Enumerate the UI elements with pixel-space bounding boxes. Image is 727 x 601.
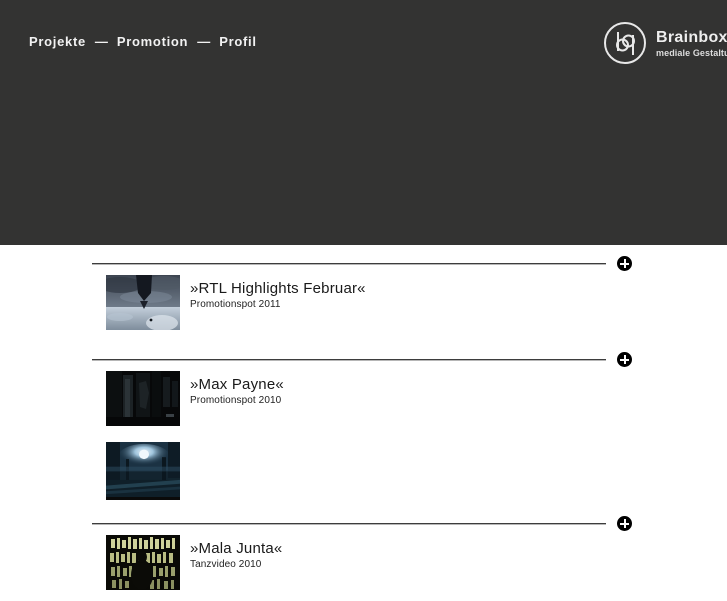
brand-tagline: mediale Gestaltung xyxy=(656,47,727,58)
nav-item-profil[interactable]: Profil xyxy=(219,34,256,49)
nav-separator: — xyxy=(94,34,108,49)
brand-text-block: Brainbox mediale Gestaltung xyxy=(656,29,727,59)
blue-night-thumbnail-image xyxy=(106,442,180,497)
project-subtitle: Promotionspot 2010 xyxy=(190,395,282,406)
brainbox-logo-icon xyxy=(604,22,646,64)
brand-name: Brainbox xyxy=(656,28,727,46)
project-list: »RTL Highlights Februar« Promotionspot 2… xyxy=(0,245,727,601)
project-thumbnail[interactable] xyxy=(106,371,180,426)
mala-junta-thumbnail-image xyxy=(106,535,180,590)
list-divider xyxy=(0,341,727,367)
project-title[interactable]: »Max Payne« xyxy=(190,375,284,394)
nav-item-projekte[interactable]: Projekte xyxy=(29,34,86,49)
project-title[interactable]: »Mala Junta« xyxy=(190,539,282,558)
main-navigation: Projekte — Promotion — Profil xyxy=(29,34,257,49)
list-divider xyxy=(0,245,727,271)
max-payne-thumbnail-image xyxy=(106,371,180,426)
project-thumbnail[interactable] xyxy=(106,535,180,590)
rtl-highlights-thumbnail-image xyxy=(106,275,180,330)
list-divider xyxy=(0,505,727,531)
nav-separator: — xyxy=(197,34,211,49)
project-text-block: »Max Payne« Promotionspot 2010 xyxy=(190,375,284,408)
project-thumbnail[interactable] xyxy=(106,442,180,500)
project-subtitle: Promotionspot 2011 xyxy=(190,299,281,310)
list-item[interactable]: »Mala Junta« Tanzvideo 2010 xyxy=(0,523,727,601)
list-item[interactable] xyxy=(0,437,727,505)
brand-logo[interactable]: Brainbox mediale Gestaltung xyxy=(603,21,727,65)
project-text-block: »RTL Highlights Februar« Promotionspot 2… xyxy=(190,279,366,312)
project-subtitle: Tanzvideo 2010 xyxy=(190,559,262,570)
project-text-block: »Mala Junta« Tanzvideo 2010 xyxy=(190,539,282,572)
list-item[interactable]: »RTL Highlights Februar« Promotionspot 2… xyxy=(0,263,727,341)
project-title[interactable]: »RTL Highlights Februar« xyxy=(190,279,366,298)
header-banner: Projekte — Promotion — Profil Brainbox m… xyxy=(0,0,727,245)
list-item[interactable]: »Max Payne« Promotionspot 2010 xyxy=(0,359,727,437)
project-thumbnail[interactable] xyxy=(106,275,180,330)
nav-item-promotion[interactable]: Promotion xyxy=(117,34,188,49)
